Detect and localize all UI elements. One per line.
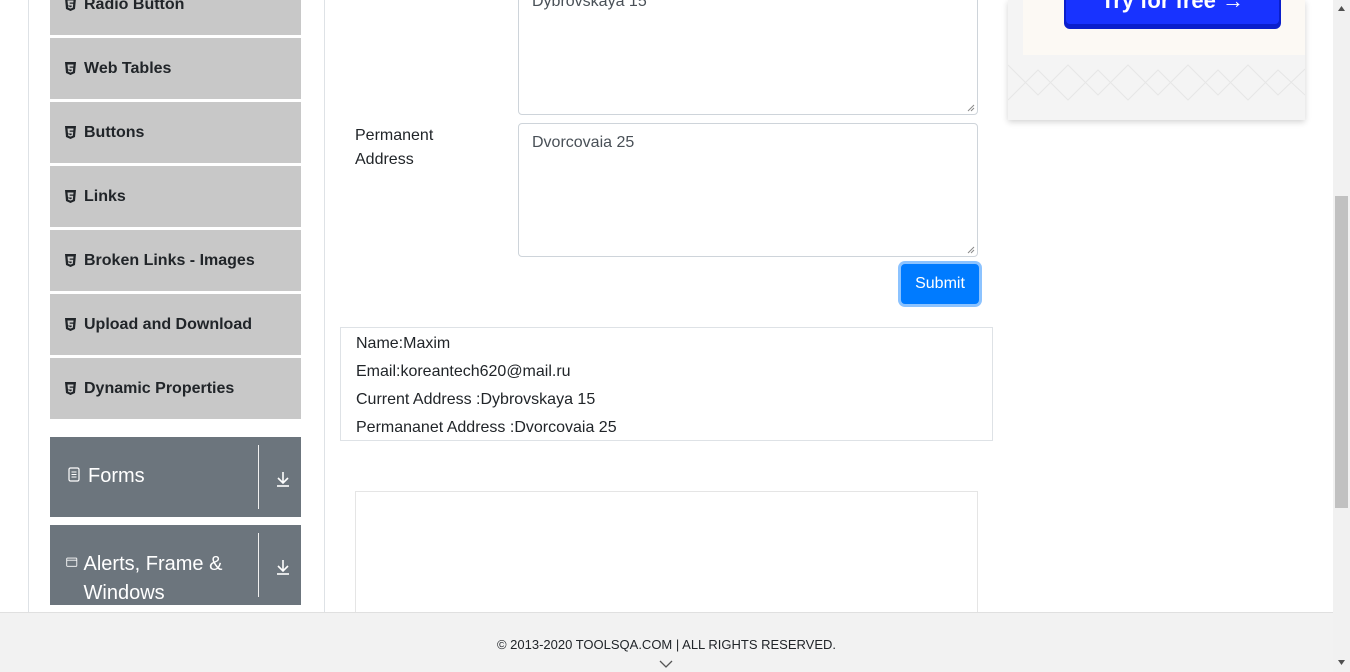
sidebar-item-web-tables[interactable]: Web Tables [50, 38, 301, 100]
group-separator [258, 445, 259, 509]
resize-grip-icon[interactable] [967, 104, 975, 112]
sidebar-item-links[interactable]: Links [50, 166, 301, 228]
sidebar-item-label: Radio Button [84, 0, 185, 13]
sidebar-item-broken-links[interactable]: Broken Links - Images [50, 230, 301, 292]
html5-icon [64, 190, 76, 204]
output-name: Name:Maxim [356, 335, 451, 352]
resize-grip-icon[interactable] [967, 246, 975, 254]
scroll-up-arrow-icon[interactable] [1337, 4, 1346, 13]
html5-icon [64, 62, 76, 76]
sidebar-item-buttons[interactable]: Buttons [50, 102, 301, 164]
sidebar-item-label: Upload and Download [84, 315, 252, 333]
ad-background-pattern [1008, 64, 1305, 101]
download-arrow-icon[interactable] [274, 470, 292, 488]
html5-icon [64, 382, 76, 396]
sidebar-item-label: Dynamic Properties [84, 379, 235, 397]
permanent-address-textarea[interactable]: Dvorcovaia 25 [518, 123, 978, 257]
output-permanent-address: Permananet Address :Dvorcovaia 25 [356, 419, 617, 436]
html5-icon [64, 126, 76, 140]
sidebar-item-label: Buttons [84, 123, 145, 141]
html5-icon [64, 0, 76, 12]
sidebar-item-upload-download[interactable]: Upload and Download [50, 294, 301, 356]
permanent-address-label: Permanent Address [355, 127, 434, 168]
sidebar-item-radio-button[interactable]: Radio Button [50, 0, 301, 36]
scrollbar-thumb[interactable] [1335, 196, 1348, 508]
left-frame-border [28, 0, 29, 612]
current-address-value: Dybrovskaya 15 [532, 0, 647, 10]
group-label: Alerts, Frame & Windows [83, 553, 223, 604]
sidebar-group-alerts-frame-windows[interactable]: Alerts, Frame & Windows [50, 525, 301, 605]
group-title: Forms [66, 462, 145, 491]
permanent-address-value: Dvorcovaia 25 [532, 134, 635, 151]
sidebar-item-label: Web Tables [84, 59, 172, 77]
current-address-textarea[interactable]: Dybrovskaya 15 [518, 0, 978, 115]
sidebar-item-label: Broken Links - Images [84, 251, 255, 269]
group-title: Alerts, Frame & Windows [66, 550, 246, 608]
sidebar-item-label: Links [84, 187, 126, 205]
output-email: Email:koreantech620@mail.ru [356, 363, 571, 380]
group-separator [258, 533, 259, 597]
output-current-address: Current Address :Dybrovskaya 15 [356, 391, 596, 408]
document-icon [68, 467, 80, 482]
window-icon [66, 557, 78, 567]
try-for-free-button[interactable]: Try for free → [1064, 0, 1281, 26]
ad-placeholder-box [355, 491, 978, 621]
html5-icon [64, 254, 76, 268]
footer-copyright: © 2013-2020 TOOLSQA.COM | ALL RIGHTS RES… [496, 637, 837, 652]
advertisement-banner[interactable]: Try for free → [1008, 0, 1305, 120]
scroll-down-arrow-icon[interactable] [1337, 658, 1346, 667]
download-arrow-icon[interactable] [274, 558, 292, 576]
html5-icon [64, 318, 76, 332]
sidebar-divider [324, 0, 325, 612]
sidebar-group-forms[interactable]: Forms [50, 437, 301, 517]
submit-button[interactable]: Submit [901, 264, 979, 304]
page-footer: © 2013-2020 TOOLSQA.COM | ALL RIGHTS RES… [0, 612, 1333, 672]
chevron-down-icon[interactable] [659, 659, 673, 669]
output-box: Name:Maxim Email:koreantech620@mail.ru C… [340, 327, 993, 441]
group-label: Forms [88, 465, 145, 487]
sidebar-item-dynamic-properties[interactable]: Dynamic Properties [50, 358, 301, 420]
